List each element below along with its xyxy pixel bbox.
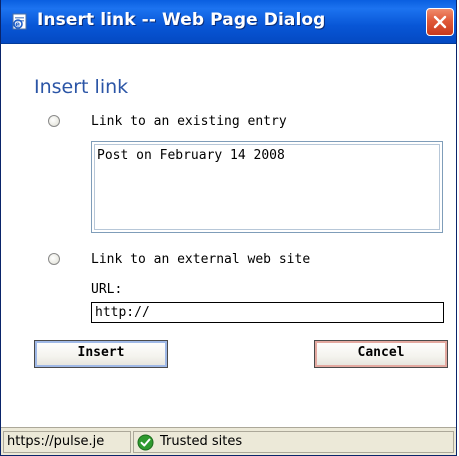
status-url: https://pulse.je	[3, 431, 131, 453]
title-bar[interactable]: e Insert link -- Web Page Dialog	[1, 0, 456, 44]
radio-external-site-label[interactable]: Link to an external web site	[91, 252, 310, 267]
url-input[interactable]	[91, 302, 444, 323]
insert-button[interactable]: Insert	[34, 340, 168, 368]
dialog-window: e Insert link -- Web Page Dialog Insert …	[0, 0, 457, 456]
dialog-body: Insert link Link to an existing entry Po…	[1, 44, 456, 427]
list-item[interactable]: Post on February 14 2008	[97, 148, 285, 163]
radio-existing-entry-label[interactable]: Link to an existing entry	[91, 114, 287, 129]
dialog-title: Insert link -- Web Page Dialog	[37, 10, 326, 30]
close-button[interactable]	[426, 8, 454, 36]
cancel-button[interactable]: Cancel	[314, 340, 448, 368]
trusted-sites-check-icon	[137, 434, 154, 451]
security-zone[interactable]: Trusted sites	[133, 431, 454, 453]
security-zone-label: Trusted sites	[160, 434, 243, 449]
url-label: URL:	[91, 282, 123, 297]
radio-external-site[interactable]	[48, 253, 60, 265]
close-icon	[433, 15, 447, 29]
svg-text:e: e	[15, 20, 20, 28]
existing-entry-list[interactable]: Post on February 14 2008	[91, 141, 443, 233]
dialog-heading: Insert link	[34, 76, 129, 98]
ie-page-icon: e	[12, 13, 27, 30]
status-bar: https://pulse.je Trusted sites	[1, 427, 456, 455]
radio-existing-entry[interactable]	[48, 115, 60, 127]
